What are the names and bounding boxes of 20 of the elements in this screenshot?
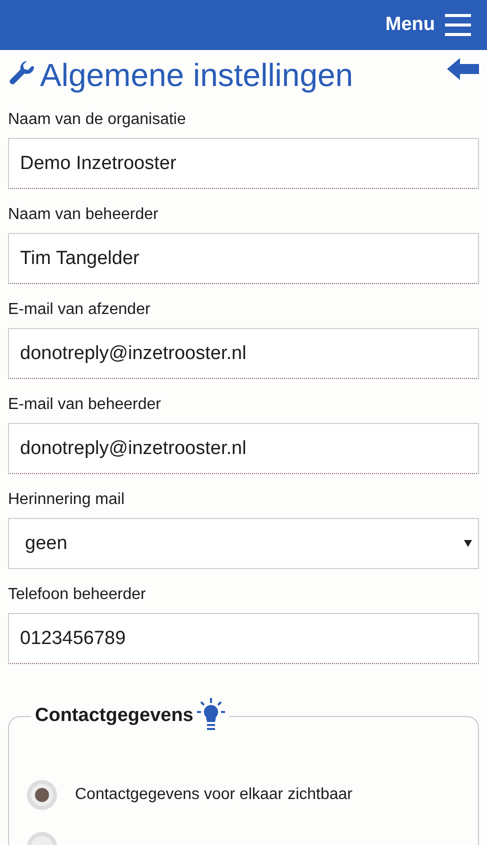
menu-button[interactable]: Menu (385, 10, 487, 40)
caret-icon (464, 540, 472, 548)
radio-label: Contactgegevens voor elkaar zichtbaar (75, 785, 352, 806)
input-field[interactable]: donotreply@inzetrooster.nl (8, 328, 479, 380)
page-title: Algemene instellingen (40, 56, 354, 94)
input-field[interactable]: Tim Tangelder (8, 233, 479, 284)
field-label: Herinnering mail (8, 490, 126, 510)
field-label: Telefoon beheerder (8, 585, 147, 606)
input-field[interactable]: Demo Inzetrooster (8, 138, 479, 190)
field-label: Naam van de organisatie (8, 110, 187, 130)
radio-button[interactable] (27, 780, 57, 810)
field-label: E-mail van beheerder (8, 395, 162, 416)
select-field[interactable]: geen (8, 518, 479, 570)
input-field[interactable]: donotreply@inzetrooster.nl (8, 423, 479, 474)
field-label: Naam van beheerder (8, 205, 160, 226)
back-arrow-icon[interactable] (447, 58, 479, 80)
section-legend: Contactgegevens (35, 702, 194, 731)
input-field[interactable]: 0123456789 (8, 613, 479, 664)
menu-icon (445, 14, 471, 36)
field-label: E-mail van afzender (8, 300, 152, 320)
